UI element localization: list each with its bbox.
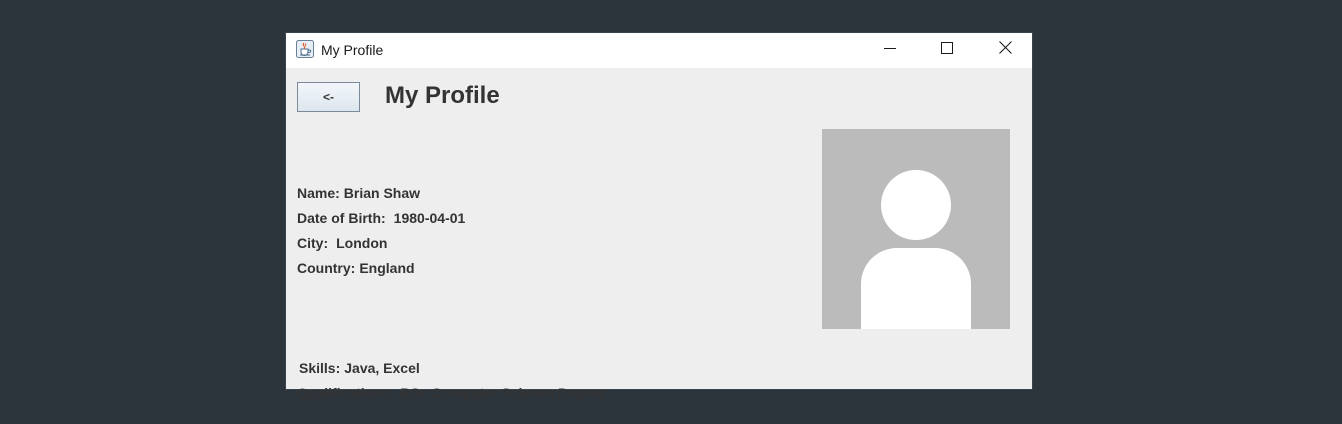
minimize-button[interactable] (867, 33, 913, 66)
qualifications-value: BSc Computer Science Degree (400, 385, 606, 401)
skills-label: Skills: (299, 360, 341, 376)
title-bar[interactable]: My Profile (286, 33, 1032, 68)
qualifications-label: Qualifications: (297, 385, 395, 401)
back-button[interactable]: <- (297, 82, 360, 112)
skills-row: Skills: Java, Excel (299, 360, 420, 376)
profile-avatar (822, 129, 1010, 329)
name-value: Brian Shaw (343, 185, 421, 201)
minimize-icon (884, 41, 896, 59)
qualifications-row: Qualifications: BSc Computer Science Degr… (297, 385, 606, 401)
country-label: Country: (297, 260, 356, 276)
profile-window: My Profile <- My Profile Name: Brian Shaw (286, 33, 1032, 401)
maximize-icon (941, 41, 953, 59)
country-row: Country: England (297, 260, 415, 276)
profile-content: <- My Profile Name: Brian Shaw Date of Bi… (286, 68, 1032, 401)
city-label: City: (297, 235, 329, 251)
window-title: My Profile (321, 42, 384, 58)
close-button[interactable] (982, 33, 1028, 66)
city-value: London (336, 235, 388, 251)
dob-label: Date of Birth: (297, 210, 386, 226)
close-icon (998, 40, 1012, 59)
page-title: My Profile (385, 82, 500, 109)
name-label: Name: (297, 185, 340, 201)
skills-value: Java, Excel (344, 360, 420, 376)
java-cup-icon (296, 40, 314, 58)
city-row: City: London (297, 235, 387, 251)
country-value: England (359, 260, 415, 276)
maximize-button[interactable] (924, 33, 970, 66)
dob-row: Date of Birth: 1980-04-01 (297, 210, 465, 226)
name-row: Name: Brian Shaw (297, 185, 420, 201)
user-placeholder-icon (861, 170, 971, 329)
dob-value: 1980-04-01 (393, 210, 466, 226)
